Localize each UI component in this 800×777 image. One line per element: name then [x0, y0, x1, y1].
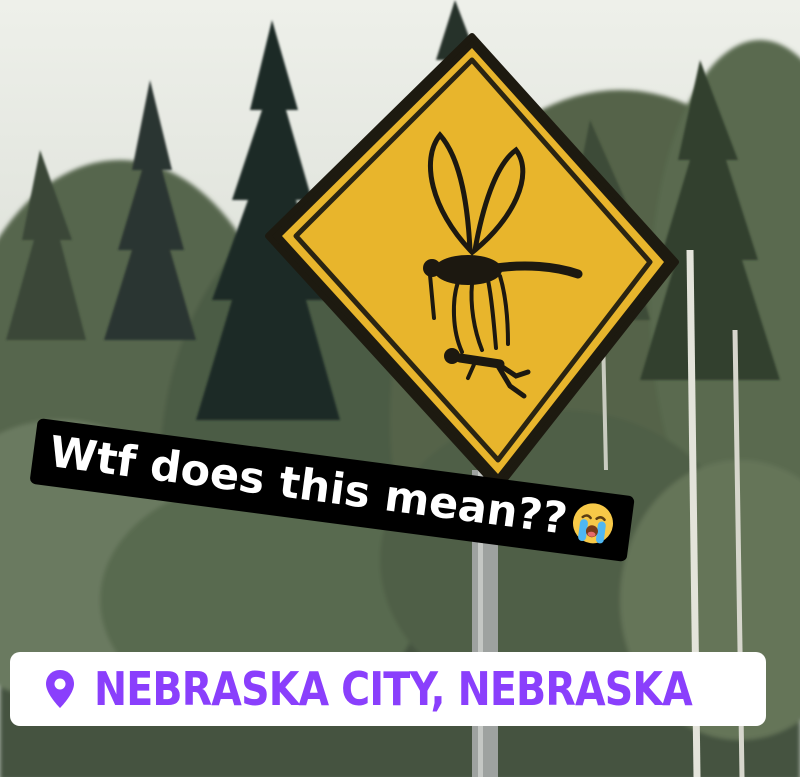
photo-scene: Wtf does this mean?? NEBRASKA CITY, NEBR… [0, 0, 800, 777]
location-text: NEBRASKA CITY, NEBRASKA [94, 662, 693, 716]
location-pin-icon [46, 670, 74, 708]
loudly-crying-face-emoji [572, 503, 613, 544]
location-sticker[interactable]: NEBRASKA CITY, NEBRASKA [10, 652, 766, 726]
